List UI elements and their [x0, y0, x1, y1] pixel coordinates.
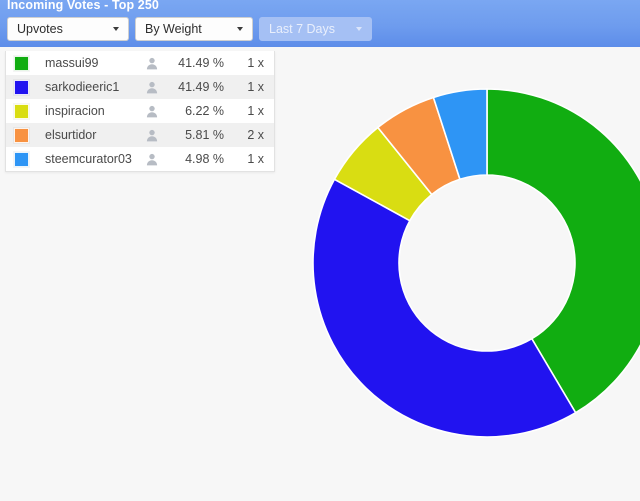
filter-controls: Upvotes By Weight Last 7 Days	[7, 17, 372, 41]
sort-mode-value: By Weight	[145, 22, 202, 36]
chevron-down-icon	[113, 27, 119, 31]
vote-type-dropdown[interactable]: Upvotes	[7, 17, 129, 41]
incoming-votes-widget: Incoming Votes - Top 250 Upvotes By Weig…	[0, 0, 640, 501]
donut-slice-group	[312, 88, 640, 438]
time-range-value: Last 7 Days	[269, 22, 336, 36]
donut-slice[interactable]	[312, 178, 577, 438]
sort-mode-dropdown[interactable]: By Weight	[135, 17, 253, 41]
chevron-down-icon	[356, 27, 362, 31]
chevron-down-icon	[237, 27, 243, 31]
vote-type-value: Upvotes	[17, 22, 63, 36]
donut-chart-svg	[312, 88, 640, 438]
time-range-dropdown[interactable]: Last 7 Days	[259, 17, 372, 41]
donut-chart	[0, 47, 640, 501]
page-title: Incoming Votes - Top 250	[7, 0, 159, 12]
